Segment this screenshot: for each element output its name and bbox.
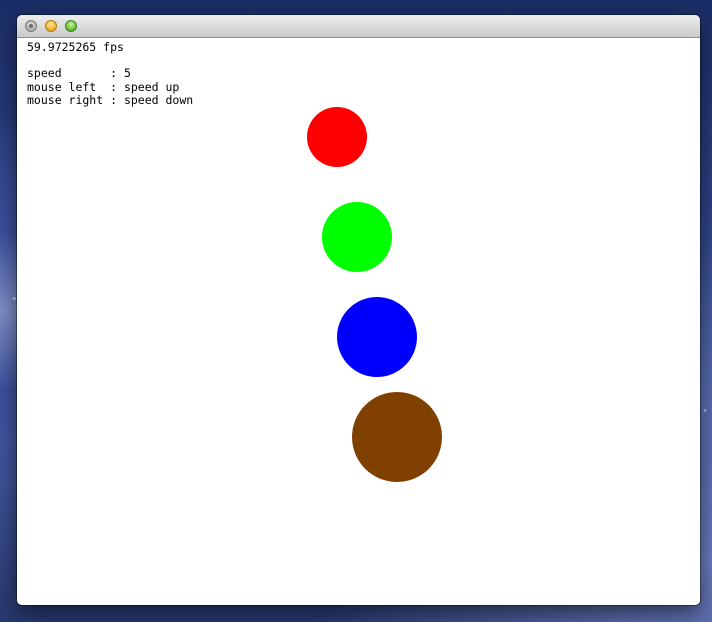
info-key: speed xyxy=(27,66,111,80)
green-ball xyxy=(322,202,392,272)
info-row-mouse-right: mouse right : speed down xyxy=(27,93,194,108)
close-window-button[interactable] xyxy=(25,20,37,32)
info-value: speed up xyxy=(123,79,180,94)
fps-counter: 59.9725265 fps xyxy=(27,40,124,54)
minimize-window-button[interactable] xyxy=(45,20,57,32)
info-row-mouse-left: mouse left : speed up xyxy=(27,79,193,95)
app-window: 59.9725265 fps speed : 5 mouse left : spe… xyxy=(17,15,700,605)
info-separator: : xyxy=(110,79,124,94)
info-row-speed: speed : 5 xyxy=(27,66,193,81)
controls-info: speed : 5 mouse left : speed up mouse righ… xyxy=(27,66,194,108)
info-key: mouse left xyxy=(27,79,111,94)
brown-ball xyxy=(352,392,442,482)
canvas-area[interactable]: 59.9725265 fps speed : 5 mouse left : spe… xyxy=(17,38,700,605)
info-separator: : xyxy=(110,66,124,80)
info-value: 5 xyxy=(123,66,131,80)
window-titlebar[interactable] xyxy=(17,15,700,38)
red-ball xyxy=(307,107,367,167)
info-separator: : xyxy=(110,93,124,107)
blue-ball xyxy=(337,297,417,377)
info-value: speed down xyxy=(123,93,194,107)
zoom-window-button[interactable] xyxy=(65,20,77,32)
info-key: mouse right xyxy=(27,93,111,107)
desktop-background: 59.9725265 fps speed : 5 mouse left : spe… xyxy=(0,0,712,622)
